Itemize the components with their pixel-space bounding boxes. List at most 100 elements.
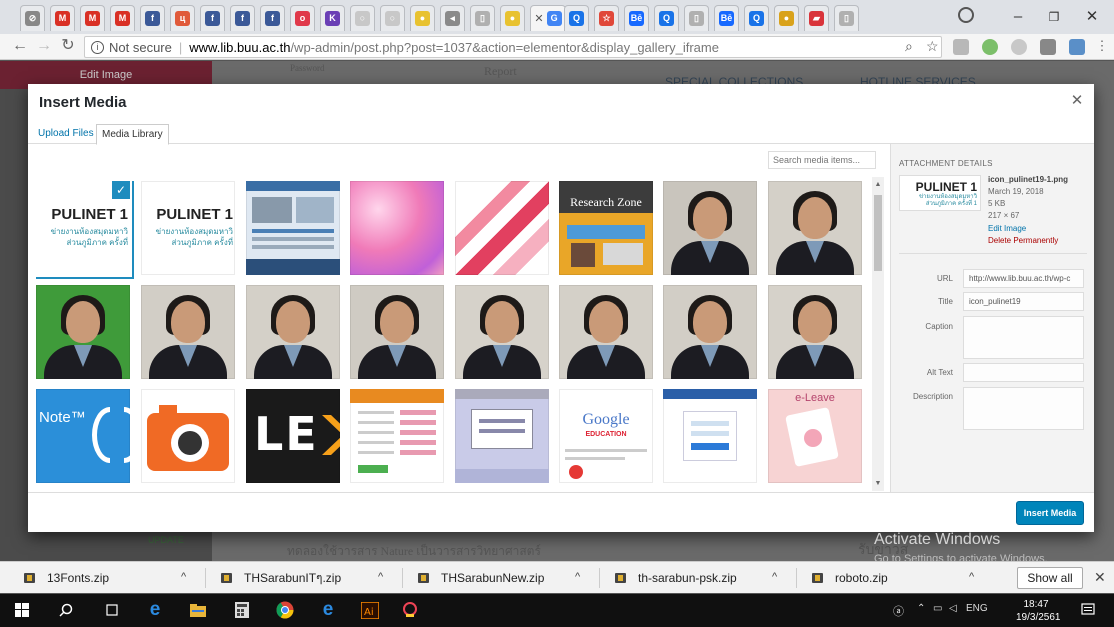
app-icon[interactable] (400, 600, 420, 620)
search-icon[interactable] (56, 600, 76, 620)
media-thumbnail[interactable] (663, 389, 757, 483)
browser-tab[interactable]: f (230, 5, 255, 31)
scrollbar-thumb[interactable] (874, 195, 882, 271)
browser-tab[interactable]: K (320, 5, 345, 31)
browser-tab[interactable]: M (110, 5, 135, 31)
insert-media-button[interactable]: Insert Media (1016, 501, 1084, 525)
browser-tab[interactable]: ● (500, 5, 525, 31)
download-item[interactable]: th-sarabun-psk.zip (615, 562, 737, 594)
alt-text-field[interactable] (963, 363, 1084, 382)
browser-tab[interactable]: f (260, 5, 285, 31)
tab-close-icon[interactable]: ✕ (534, 12, 543, 25)
browser-tab[interactable]: ▯ (834, 5, 859, 31)
media-thumbnail[interactable] (350, 285, 444, 379)
task-view-icon[interactable] (102, 600, 122, 620)
bookmark-star-icon[interactable]: ☆ (926, 38, 939, 55)
browser-tab[interactable]: Q (564, 5, 589, 31)
windows-start-icon[interactable] (12, 600, 32, 620)
media-thumbnail[interactable] (246, 181, 340, 275)
title-field[interactable]: icon_pulinet19 (963, 292, 1084, 311)
browser-tab[interactable]: ▯ (470, 5, 495, 31)
media-thumbnail[interactable] (350, 181, 444, 275)
media-thumbnail[interactable] (455, 389, 549, 483)
media-thumbnail[interactable]: PULINET 1 ข่ายงานห้องสมุดมหาวิ ส่วนภูมิภาค… (36, 181, 130, 275)
browser-tab[interactable]: ▰ (804, 5, 829, 31)
browser-tab[interactable]: Q (654, 5, 679, 31)
edit-image-link[interactable]: Edit Image (988, 224, 1026, 233)
browser-tab[interactable]: M (50, 5, 75, 31)
description-field[interactable] (963, 387, 1084, 430)
info-icon[interactable]: i (91, 40, 104, 54)
people-icon[interactable]: ⓐ (893, 603, 904, 619)
media-thumbnail[interactable] (663, 285, 757, 379)
selected-check-icon[interactable]: ✓ (112, 181, 130, 199)
browser-tab[interactable]: Q (744, 5, 769, 31)
media-thumbnail[interactable]: Note™ (36, 389, 130, 483)
media-thumbnail[interactable] (455, 285, 549, 379)
browser-tab[interactable]: ○ (380, 5, 405, 31)
media-thumbnail[interactable]: e-Leave (768, 389, 862, 483)
chevron-up-icon[interactable]: ^ (378, 571, 383, 583)
caption-field[interactable] (963, 316, 1084, 359)
show-hidden-icons[interactable]: ⌃ (917, 603, 925, 614)
chrome-menu-icon[interactable]: ⋮ (1092, 36, 1112, 56)
browser-tab[interactable]: f (200, 5, 225, 31)
search-media-input[interactable] (768, 151, 876, 169)
chrome-icon[interactable] (275, 600, 295, 620)
browser-tab[interactable]: ц (170, 5, 195, 31)
media-thumbnail[interactable]: PULINET 1 ข่ายงานห้องสมุดมหาวิ ส่วนภูมิภาค… (141, 181, 235, 275)
extension-icon[interactable] (1011, 39, 1027, 55)
download-item[interactable]: roboto.zip (812, 562, 888, 594)
extension-icon[interactable] (1069, 39, 1085, 55)
media-thumbnail[interactable] (141, 389, 235, 483)
forward-arrow-icon[interactable]: → (34, 36, 54, 56)
download-item[interactable]: THSarabunITๆ.zip (221, 562, 341, 594)
media-thumbnail[interactable]: Research Zone (559, 181, 653, 275)
extension-icon[interactable] (953, 39, 969, 55)
browser-tab[interactable]: Bē (624, 5, 649, 31)
chevron-up-icon[interactable]: ^ (969, 571, 974, 583)
download-item[interactable]: 13Fonts.zip (24, 562, 109, 594)
media-thumbnail[interactable] (455, 181, 549, 275)
browser-tab[interactable]: ● (410, 5, 435, 31)
browser-tab[interactable]: f (140, 5, 165, 31)
media-thumbnail[interactable] (350, 389, 444, 483)
back-arrow-icon[interactable]: ← (10, 36, 30, 56)
browser-tab[interactable]: ● (774, 5, 799, 31)
download-item[interactable]: THSarabunNew.zip (418, 562, 544, 594)
reload-icon[interactable]: ↻ (58, 36, 78, 56)
show-all-button[interactable]: Show all (1017, 567, 1083, 589)
volume-icon[interactable]: ◁ (949, 603, 957, 614)
notification-icon[interactable] (1078, 600, 1098, 620)
system-clock[interactable]: 18:47 19/3/2561 (1016, 598, 1061, 624)
tab-upload-files[interactable]: Upload Files (33, 124, 99, 145)
media-thumbnail[interactable] (559, 285, 653, 379)
modal-close-icon[interactable]: ✕ (1070, 93, 1084, 108)
media-thumbnail[interactable] (36, 285, 130, 379)
delete-permanently-link[interactable]: Delete Permanently (988, 236, 1058, 245)
edge-icon[interactable]: e (145, 599, 165, 620)
scroll-up-icon[interactable]: ▲ (872, 181, 884, 188)
grid-scrollbar[interactable]: ▲ ▼ (872, 177, 884, 491)
minimize-button[interactable]: – (1000, 6, 1036, 28)
maximize-button[interactable]: ❐ (1036, 6, 1072, 28)
browser-tab[interactable]: ✕ G (530, 5, 566, 31)
media-thumbnail[interactable] (663, 181, 757, 275)
chevron-up-icon[interactable]: ^ (772, 571, 777, 583)
media-thumbnail[interactable] (768, 285, 862, 379)
browser-tab[interactable]: ○ (350, 5, 375, 31)
url-input[interactable]: i Not secure | www.lib.buu.ac.th /wp-adm… (84, 36, 942, 58)
media-thumbnail[interactable] (768, 181, 862, 275)
user-profile-icon[interactable] (958, 7, 974, 23)
extension-icon[interactable] (982, 39, 998, 55)
url-field[interactable]: http://www.lib.buu.ac.th/wp-c (963, 269, 1084, 288)
browser-tab[interactable]: ⊘ (20, 5, 45, 31)
scroll-down-icon[interactable]: ▼ (872, 480, 884, 487)
browser-tab[interactable]: ▯ (684, 5, 709, 31)
close-downloads-icon[interactable]: ✕ (1094, 569, 1106, 586)
browser-tab[interactable]: o (290, 5, 315, 31)
browser-tab[interactable]: ◂ (440, 5, 465, 31)
chevron-up-icon[interactable]: ^ (181, 571, 186, 583)
media-thumbnail[interactable]: LE (246, 389, 340, 483)
chevron-up-icon[interactable]: ^ (575, 571, 580, 583)
